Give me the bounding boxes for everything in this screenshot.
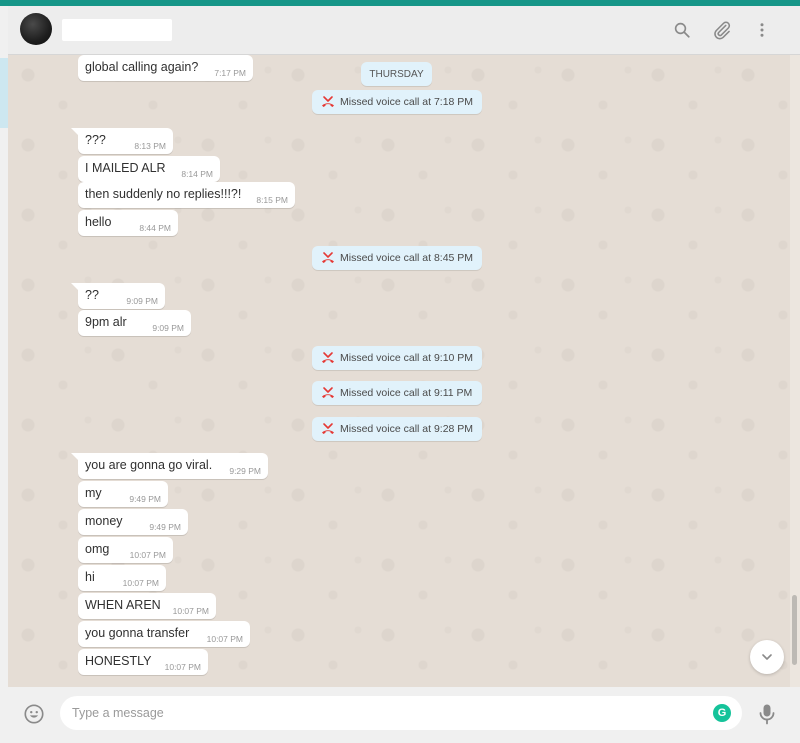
date-divider-label: THURSDAY xyxy=(369,68,424,80)
chat-header xyxy=(8,6,800,55)
message-bubble[interactable]: money 9:49 PM xyxy=(78,509,188,535)
message-text: HONESTLY xyxy=(85,654,152,668)
message-bubble[interactable]: omg 10:07 PM xyxy=(78,537,173,563)
conversation-pane[interactable]: global calling again? 7:17 PM THURSDAY M… xyxy=(8,55,790,687)
message-bubble[interactable]: WHEN AREN 10:07 PM xyxy=(78,593,216,619)
message-bubble[interactable]: then suddenly no replies!!!?! 8:15 PM xyxy=(78,182,295,208)
message-time: 8:14 PM xyxy=(181,169,213,179)
emoji-button[interactable] xyxy=(22,702,46,726)
message-bubble[interactable]: 9pm alr 9:09 PM xyxy=(78,310,191,336)
message-text: global calling again? xyxy=(85,60,199,74)
message-text: 9pm alr xyxy=(85,315,127,329)
scroll-to-bottom-button[interactable] xyxy=(750,640,784,674)
message-time: 10:07 PM xyxy=(164,662,201,672)
voice-message-button[interactable] xyxy=(755,701,779,727)
missed-call-text: Missed voice call at 9:10 PM xyxy=(340,352,474,364)
chevron-down-icon xyxy=(762,654,772,660)
message-text: you are gonna go viral. xyxy=(85,458,213,472)
message-text: my xyxy=(85,486,102,500)
contact-name[interactable] xyxy=(62,19,172,41)
chat-scrollbar[interactable] xyxy=(790,55,800,687)
missed-call-text: Missed voice call at 8:45 PM xyxy=(340,252,474,264)
missed-call-notice[interactable]: Missed voice call at 8:45 PM xyxy=(312,246,482,270)
attach-button[interactable] xyxy=(710,18,734,42)
message-bubble[interactable]: global calling again? 7:17 PM xyxy=(78,55,253,81)
left-pane-edge xyxy=(0,6,8,743)
message-time: 9:49 PM xyxy=(129,494,161,504)
message-text: WHEN AREN xyxy=(85,598,161,612)
message-time: 7:17 PM xyxy=(214,68,246,78)
composer-bar: G xyxy=(8,687,800,743)
menu-button[interactable] xyxy=(750,18,774,42)
message-text: I MAILED ALR xyxy=(85,161,166,175)
message-bubble[interactable]: HONESTLY 10:07 PM xyxy=(78,649,208,675)
message-text: hello xyxy=(85,215,112,229)
message-time: 10:07 PM xyxy=(122,578,159,588)
message-bubble[interactable]: ?? 9:09 PM xyxy=(71,283,165,309)
message-text: then suddenly no replies!!!?! xyxy=(85,187,242,201)
message-bubble[interactable]: hello 8:44 PM xyxy=(78,210,178,236)
message-text: money xyxy=(85,514,123,528)
search-icon xyxy=(674,22,690,38)
message-text: ??? xyxy=(85,133,106,147)
message-time: 8:44 PM xyxy=(139,223,171,233)
missed-call-notice[interactable]: Missed voice call at 9:10 PM xyxy=(312,346,482,370)
missed-call-text: Missed voice call at 9:28 PM xyxy=(340,423,474,435)
message-text: omg xyxy=(85,542,110,556)
message-bubble[interactable]: I MAILED ALR 8:14 PM xyxy=(78,156,220,182)
chat-scrollbar-thumb[interactable] xyxy=(792,595,797,665)
missed-call-icon xyxy=(320,251,336,265)
missed-call-notice[interactable]: Missed voice call at 9:28 PM xyxy=(312,417,482,441)
missed-call-icon xyxy=(320,351,336,365)
date-divider: THURSDAY xyxy=(361,62,432,86)
whatsapp-window: global calling again? 7:17 PM THURSDAY M… xyxy=(0,0,800,743)
message-bubble[interactable]: my 9:49 PM xyxy=(78,481,168,507)
message-time: 9:49 PM xyxy=(149,522,181,532)
message-time: 9:09 PM xyxy=(152,323,184,333)
microphone-icon xyxy=(759,704,775,725)
missed-call-icon xyxy=(320,422,336,436)
grammarly-icon: G xyxy=(717,707,727,719)
search-button[interactable] xyxy=(670,18,694,42)
message-time: 10:07 PM xyxy=(172,606,209,616)
message-text: hi xyxy=(85,570,95,584)
message-bubble[interactable]: you are gonna go viral. 9:29 PM xyxy=(71,453,268,479)
paperclip-icon xyxy=(714,21,731,40)
left-pane-accent xyxy=(0,58,8,128)
message-time: 10:07 PM xyxy=(206,634,243,644)
message-input[interactable] xyxy=(60,696,742,730)
grammarly-button[interactable]: G xyxy=(713,704,731,722)
missed-call-icon xyxy=(320,386,336,400)
message-time: 9:29 PM xyxy=(229,466,261,476)
message-time: 10:07 PM xyxy=(129,550,166,560)
missed-call-text: Missed voice call at 7:18 PM xyxy=(340,96,474,108)
message-bubble[interactable]: ??? 8:13 PM xyxy=(71,128,173,154)
message-time: 9:09 PM xyxy=(126,296,158,306)
message-text: ?? xyxy=(85,288,99,302)
missed-call-text: Missed voice call at 9:11 PM xyxy=(340,387,473,399)
missed-call-icon xyxy=(320,95,336,109)
message-bubble[interactable]: you gonna transfer 10:07 PM xyxy=(78,621,250,647)
menu-dots-icon xyxy=(760,23,764,37)
message-time: 8:13 PM xyxy=(134,141,166,151)
message-text: you gonna transfer xyxy=(85,626,190,640)
message-bubble[interactable]: hi 10:07 PM xyxy=(78,565,166,591)
missed-call-notice[interactable]: Missed voice call at 9:11 PM xyxy=(312,381,482,405)
message-time: 8:15 PM xyxy=(256,195,288,205)
emoji-icon xyxy=(24,704,44,724)
missed-call-notice[interactable]: Missed voice call at 7:18 PM xyxy=(312,90,482,114)
contact-avatar[interactable] xyxy=(20,13,52,45)
